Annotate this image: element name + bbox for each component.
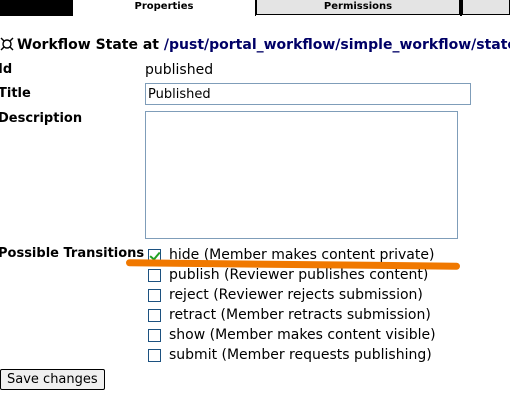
transition-checkbox[interactable]: [148, 348, 161, 362]
page-heading: Workflow State at /pust/portal_workflow/…: [0, 37, 510, 53]
transition-submit[interactable]: submit (Member requests publishing): [148, 346, 432, 364]
transition-label: reject (Reviewer rejects submission): [169, 287, 423, 303]
id-label: Id: [0, 62, 13, 77]
transition-checkbox[interactable]: [148, 328, 161, 342]
transition-checkbox[interactable]: [148, 288, 161, 302]
description-field[interactable]: [145, 111, 458, 239]
id-value: published: [145, 62, 214, 78]
workflow-state-icon: [0, 37, 14, 51]
title-field[interactable]: [145, 83, 471, 105]
description-label: Description: [0, 111, 83, 126]
save-changes-button[interactable]: Save changes: [0, 369, 105, 390]
transition-label: retract (Member retracts submission): [169, 307, 431, 323]
transition-show[interactable]: show (Member makes content visible): [148, 326, 436, 344]
breadcrumb-path[interactable]: /pust/portal_workflow/simple_workflow/st…: [164, 37, 510, 53]
transition-label: publish (Reviewer publishes content): [169, 267, 429, 283]
tab-bar-edge: [0, 0, 72, 16]
transition-checkbox[interactable]: [148, 268, 161, 282]
tab-bar-baseline: [0, 15, 72, 16]
tab-bar: Properties Permissions: [0, 0, 510, 16]
transitions-label: Possible Transitions: [0, 246, 145, 261]
tab-more[interactable]: [462, 0, 510, 15]
transition-label: submit (Member requests publishing): [169, 347, 432, 363]
transition-checkbox[interactable]: [148, 308, 161, 322]
tab-properties[interactable]: Properties: [72, 0, 256, 16]
transition-reject[interactable]: reject (Reviewer rejects submission): [148, 286, 423, 304]
title-label: Title: [0, 86, 31, 101]
transition-retract[interactable]: retract (Member retracts submission): [148, 306, 431, 324]
transition-label: show (Member makes content visible): [169, 327, 436, 343]
workflow-state-page: Properties Permissions Workflow State at…: [0, 0, 510, 397]
heading-prefix: Workflow State at: [17, 37, 160, 53]
tab-permissions[interactable]: Permissions: [256, 0, 460, 15]
